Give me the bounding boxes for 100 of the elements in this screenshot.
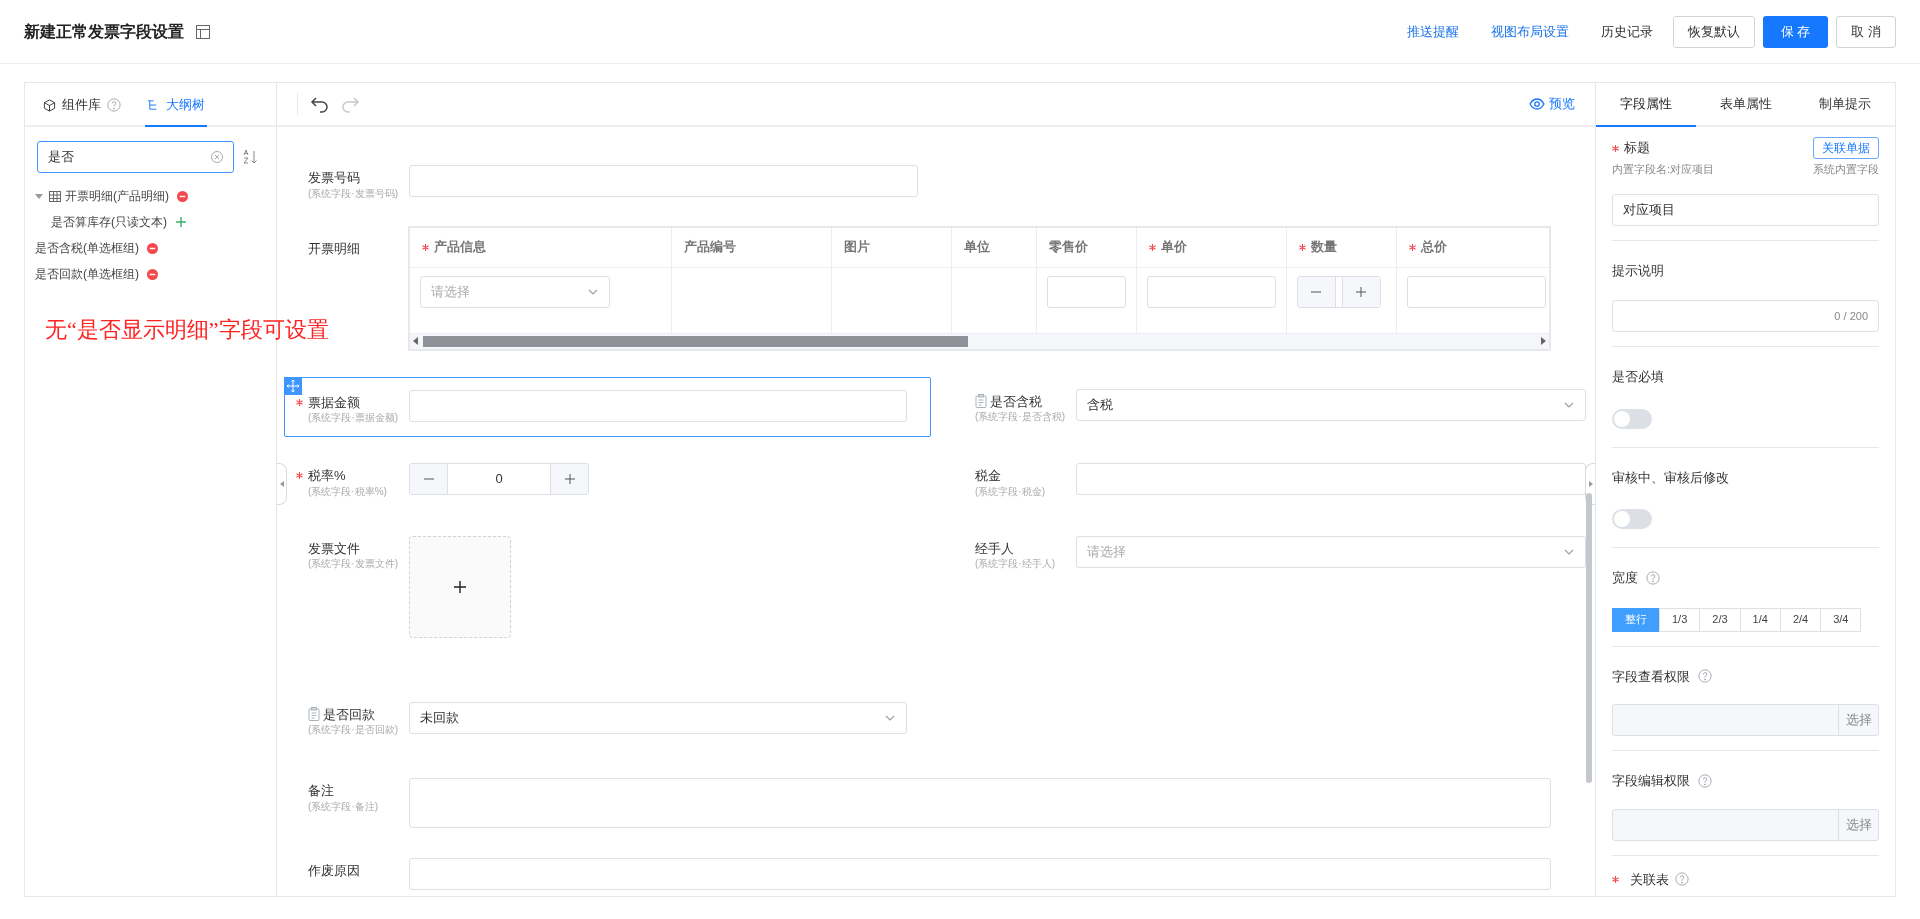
panel-tab[interactable]: 组件库 bbox=[41, 85, 123, 127]
text-input[interactable]: 0 / 200 bbox=[1612, 300, 1879, 332]
toggle-switch[interactable] bbox=[1612, 408, 1652, 429]
number-stepper[interactable]: 0 bbox=[409, 463, 589, 495]
field-label: 审核中、审核后修改 bbox=[1612, 468, 1730, 487]
text-input[interactable] bbox=[1046, 275, 1126, 308]
cube-icon bbox=[43, 98, 56, 112]
field-label: 标题 bbox=[1624, 139, 1650, 158]
search-field[interactable]: 是否 bbox=[37, 141, 234, 173]
select-button[interactable]: 选择 bbox=[1838, 809, 1878, 840]
column-header: 数量 bbox=[1286, 227, 1397, 267]
header-button[interactable]: 历史记录 bbox=[1588, 15, 1665, 48]
field-label: 是否必填 bbox=[1612, 368, 1665, 386]
undo-icon[interactable] bbox=[310, 94, 330, 114]
page-title: 新建正常发票字段设置 bbox=[24, 21, 184, 42]
panel-tab[interactable]: 表单属性 bbox=[1695, 83, 1796, 127]
select-field[interactable]: 含税 bbox=[1076, 388, 1586, 421]
width-option[interactable]: 3/4 bbox=[1820, 607, 1862, 632]
textarea-field[interactable] bbox=[409, 778, 1551, 828]
move-handle-icon[interactable] bbox=[284, 376, 302, 395]
number-stepper[interactable] bbox=[1296, 275, 1381, 308]
field-label: 税率% bbox=[308, 467, 346, 485]
column-header: 单位 bbox=[951, 227, 1037, 267]
field-sublabel: (系统字段·经手人) bbox=[975, 558, 1056, 570]
header-link[interactable]: 推送提醒 bbox=[1394, 15, 1471, 48]
column-header: 总价 bbox=[1396, 227, 1549, 267]
remove-icon[interactable] bbox=[177, 190, 188, 202]
help-icon bbox=[1675, 872, 1689, 887]
text-input[interactable] bbox=[1146, 275, 1276, 308]
plus-icon[interactable] bbox=[175, 216, 187, 228]
redo-icon[interactable] bbox=[340, 94, 360, 114]
field-sublabel: (系统字段·发票号码) bbox=[308, 187, 399, 200]
panel-tab[interactable]: 制单提示 bbox=[1795, 83, 1895, 127]
caret-icon[interactable] bbox=[35, 192, 43, 200]
tree-item[interactable]: 是否含税(单选框组) bbox=[35, 239, 139, 257]
field-label: 税金 bbox=[975, 467, 1001, 485]
field-label: 字段查看权限 bbox=[1612, 667, 1690, 686]
field-sublabel: (系统字段·备注) bbox=[308, 800, 379, 813]
horizontal-scrollbar[interactable] bbox=[409, 332, 1549, 349]
column-header: 产品编号 bbox=[671, 227, 832, 267]
field-label: 票据金额 bbox=[308, 393, 360, 412]
panel-tab[interactable]: 字段属性 bbox=[1596, 83, 1696, 127]
tree-item[interactable]: 是否回款(单选框组) bbox=[35, 265, 139, 283]
text-input[interactable] bbox=[409, 165, 918, 197]
width-option[interactable]: 1/4 bbox=[1739, 607, 1781, 632]
header-button[interactable]: 恢复默认 bbox=[1672, 15, 1755, 48]
field-label: 宽度 bbox=[1612, 569, 1638, 587]
width-option[interactable]: 2/3 bbox=[1699, 607, 1741, 632]
field-label: 关联表 bbox=[1630, 870, 1669, 889]
text-input[interactable] bbox=[1076, 463, 1586, 495]
select-button[interactable]: 选择 bbox=[1838, 705, 1878, 735]
scroll-right-icon[interactable] bbox=[1540, 337, 1546, 345]
builtin-name: 内置字段名:对应项目 bbox=[1612, 162, 1715, 177]
help-icon bbox=[1698, 773, 1712, 788]
collapse-handle[interactable] bbox=[277, 463, 287, 505]
builtin-note: 系统内置字段 bbox=[1813, 162, 1879, 177]
text-input[interactable]: 对应项目 bbox=[1612, 193, 1879, 226]
field-sublabel: (系统字段·税率%) bbox=[308, 485, 388, 498]
minus-icon[interactable] bbox=[1297, 276, 1336, 307]
panel-tab[interactable]: 大纲树 bbox=[145, 85, 207, 127]
permission-field[interactable]: 选择 bbox=[1612, 704, 1879, 736]
remove-icon[interactable] bbox=[147, 242, 158, 254]
column-header: 图片 bbox=[831, 227, 952, 267]
layout-icon[interactable] bbox=[196, 24, 210, 39]
link-record-button[interactable]: 关联单据 bbox=[1813, 137, 1879, 159]
column-header: 单价 bbox=[1136, 227, 1287, 267]
tree-item[interactable]: 是否算库存(只读文本) bbox=[51, 213, 167, 231]
field-label: 字段编辑权限 bbox=[1612, 772, 1690, 790]
remove-icon[interactable] bbox=[147, 268, 158, 280]
header-button[interactable]: 取 消 bbox=[1836, 15, 1896, 48]
select-field[interactable]: 未回款 bbox=[409, 701, 907, 734]
plus-icon bbox=[453, 579, 467, 594]
header-link[interactable]: 视图布局设置 bbox=[1478, 15, 1581, 48]
scrollbar-thumb[interactable] bbox=[1586, 493, 1592, 783]
toggle-switch[interactable] bbox=[1612, 509, 1652, 529]
selected-field-frame[interactable]: 票据金额 (系统字段·票据金额) bbox=[284, 376, 931, 437]
upload-box[interactable] bbox=[409, 535, 511, 638]
sort-icon[interactable] bbox=[242, 149, 258, 165]
preview-button[interactable]: 预览 bbox=[1529, 94, 1575, 114]
scroll-left-icon[interactable] bbox=[412, 337, 419, 345]
clear-icon[interactable] bbox=[211, 151, 223, 163]
field-sublabel: (系统字段·是否含税) bbox=[975, 411, 1066, 423]
tree-item[interactable]: 开票明细(产品明细) bbox=[65, 187, 169, 205]
field-label: 是否含税 bbox=[990, 392, 1042, 411]
width-option[interactable]: 2/4 bbox=[1779, 607, 1822, 632]
field-label: 作废原因 bbox=[308, 862, 360, 880]
permission-field[interactable]: 选择 bbox=[1612, 808, 1879, 841]
field-label: 开票明细 bbox=[308, 240, 360, 256]
field-label: 提示说明 bbox=[1612, 261, 1665, 280]
text-input[interactable] bbox=[409, 858, 1551, 890]
column-header: 产品信息 bbox=[409, 227, 672, 267]
header-button[interactable]: 保 存 bbox=[1762, 15, 1829, 48]
text-input[interactable] bbox=[1406, 275, 1546, 308]
field-label: 经手人 bbox=[975, 539, 1014, 558]
help-icon bbox=[1646, 570, 1660, 585]
width-option[interactable]: 1/3 bbox=[1659, 607, 1701, 632]
minus-icon[interactable] bbox=[410, 464, 448, 494]
field-label: 发票文件 bbox=[308, 539, 360, 558]
text-input[interactable] bbox=[409, 389, 907, 422]
field-label: 是否回款 bbox=[323, 705, 375, 724]
